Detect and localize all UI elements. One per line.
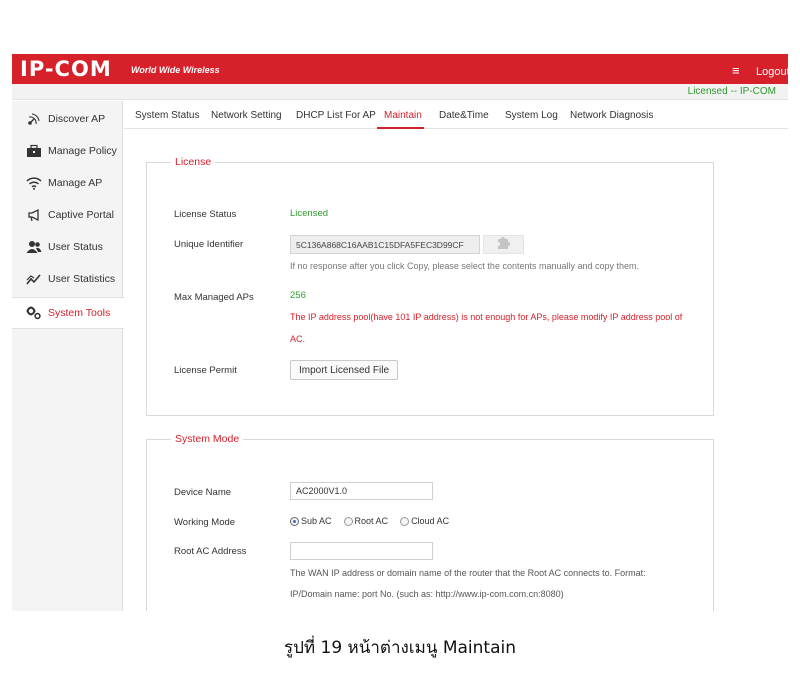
tab-dhcp-list[interactable]: DHCP List For AP (296, 110, 376, 121)
screenshot-bottom-mask (12, 611, 788, 631)
logout-link[interactable]: Logout (756, 66, 790, 78)
max-aps-value: 256 (290, 290, 306, 301)
radio-cloud-ac[interactable]: Cloud AC (400, 516, 449, 526)
puzzle-icon (495, 234, 513, 255)
root-ac-hint-cont: IP/Domain name: port No. (such as: http:… (290, 589, 564, 599)
megaphone-icon (26, 207, 42, 223)
license-info-bar: Licensed -- IP-COM (12, 84, 788, 100)
tab-network-setting[interactable]: Network Setting (211, 110, 282, 121)
sidebar-item-label: Discover AP (48, 113, 106, 125)
tab-system-log[interactable]: System Log (505, 110, 558, 121)
sidebar-item-manage-ap[interactable]: Manage AP (12, 167, 123, 199)
brand-slogan: World Wide Wireless (131, 65, 220, 75)
system-mode-legend: System Mode (171, 433, 244, 445)
sidebar-item-user-status[interactable]: User Status (12, 231, 123, 263)
chart-icon (26, 271, 42, 287)
sidebar: Discover AP Manage Policy Manage AP Capt… (12, 101, 124, 611)
tab-bar: System Status Network Setting DHCP List … (124, 101, 788, 129)
import-licensed-file-button[interactable]: Import Licensed File (290, 360, 398, 380)
sidebar-item-captive-portal[interactable]: Captive Portal (12, 199, 123, 231)
max-aps-label: Max Managed APs (174, 292, 254, 303)
radio-root-ac[interactable]: Root AC (343, 516, 389, 526)
gears-icon (26, 305, 42, 321)
users-icon (26, 239, 42, 255)
copy-button[interactable] (483, 235, 524, 254)
tab-network-diagnosis[interactable]: Network Diagnosis (570, 110, 653, 121)
license-status-label: License Status (174, 209, 237, 220)
sidebar-item-manage-policy[interactable]: Manage Policy (12, 135, 123, 167)
license-status-value: Licensed (290, 208, 329, 219)
brand-logo: IP-COM (20, 57, 112, 81)
sidebar-item-label: Manage AP (48, 177, 103, 189)
top-header-bar: IP-COM World Wide Wireless ≡ Logout (12, 54, 790, 84)
active-tab-indicator (377, 127, 424, 129)
device-name-input[interactable] (290, 482, 433, 500)
root-ac-address-label: Root AC Address (174, 546, 247, 557)
radio-label: Root AC (354, 516, 389, 526)
license-status-text: Licensed -- IP-COM (687, 86, 776, 97)
briefcase-icon (26, 143, 42, 159)
sidebar-item-discover-ap[interactable]: Discover AP (12, 103, 123, 135)
device-name-label: Device Name (174, 487, 232, 498)
radio-indicator[interactable] (400, 516, 410, 526)
working-mode-label: Working Mode (174, 517, 236, 528)
tab-maintain[interactable]: Maintain (384, 110, 422, 121)
sidebar-item-label: User Status (48, 241, 103, 253)
unique-identifier-field[interactable]: 5C136A868C16AAB1C15DFA5FEC3D99CF (290, 235, 480, 254)
tab-date-time[interactable]: Date&Time (439, 110, 489, 121)
unique-identifier-label: Unique Identifier (174, 239, 244, 250)
radio-sub-ac[interactable]: Sub AC (290, 516, 332, 526)
wifi-icon (26, 175, 42, 191)
license-permit-label: License Permit (174, 365, 237, 376)
radio-indicator[interactable] (343, 516, 353, 526)
radio-checked-indicator[interactable] (290, 516, 299, 526)
ip-pool-warning-cont: AC. (290, 334, 306, 344)
figure-caption: รูปที่ 19 หน้าต่างเมนู Maintain (283, 638, 517, 658)
radar-icon (26, 111, 42, 127)
root-ac-hint: The WAN IP address or domain name of the… (290, 568, 646, 578)
sidebar-item-user-statistics[interactable]: User Statistics (12, 263, 123, 295)
working-mode-radio-group: Sub AC Root AC Cloud AC (290, 516, 461, 526)
tab-system-status[interactable]: System Status (135, 110, 199, 121)
radio-label: Cloud AC (411, 516, 450, 526)
license-legend: License (171, 156, 216, 168)
root-ac-address-input[interactable] (290, 542, 433, 560)
sidebar-item-label: Manage Policy (48, 145, 117, 157)
sidebar-item-label: User Statistics (48, 273, 116, 285)
sidebar-item-label: Captive Portal (48, 209, 114, 221)
sidebar-item-system-tools[interactable]: System Tools (12, 297, 124, 329)
license-section: License (146, 156, 714, 416)
ip-pool-warning: The IP address pool(have 101 IP address)… (290, 312, 683, 322)
sidebar-item-label: System Tools (48, 307, 111, 319)
menu-icon[interactable]: ≡ (732, 63, 740, 78)
radio-label: Sub AC (301, 516, 332, 526)
copy-hint: If no response after you click Copy, ple… (290, 261, 640, 271)
